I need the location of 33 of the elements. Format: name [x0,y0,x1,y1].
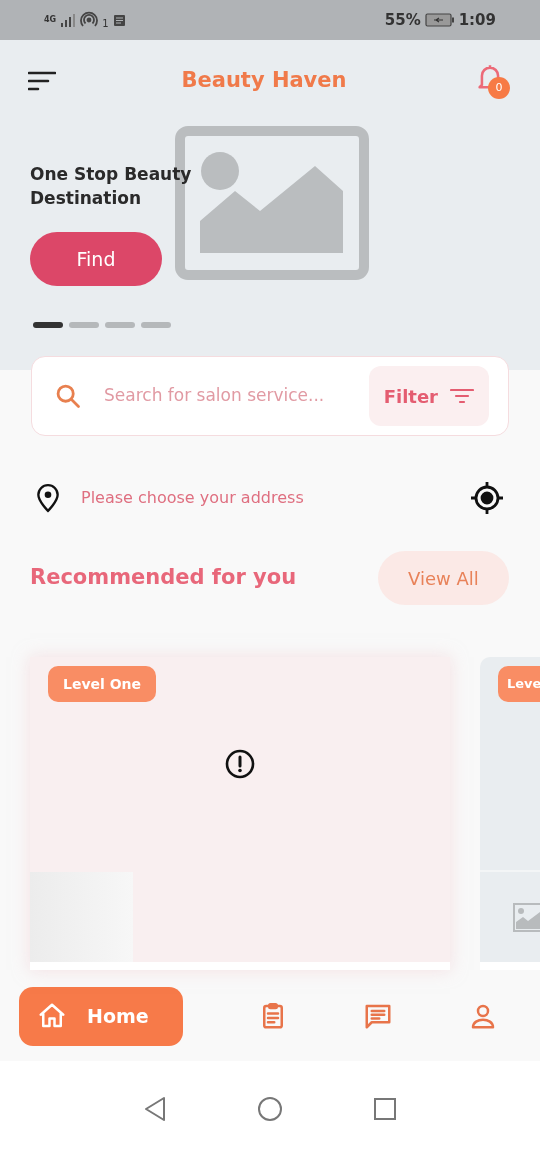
notification-icon [112,13,126,27]
address-prompt[interactable]: Please choose your address [81,486,469,510]
nav-tab[interactable]: Home [19,986,183,1046]
salon-card[interactable]: Level One [30,657,450,970]
filter-button[interactable]: Filter [368,366,489,426]
salon-card[interactable]: Leve [480,657,540,970]
hotspot-icon [80,11,99,29]
banner-headline: One Stop Beauty Destination [30,163,193,210]
search-input[interactable]: Search for salon service... [104,383,347,409]
app-title: Beauty Haven [181,67,347,95]
clock-time: 1:09 [458,9,496,31]
location-pin-icon [35,483,61,513]
hotspot-count: 1 [102,16,109,31]
notification-badge: 0 [488,77,510,99]
level-badge: Leve [498,666,540,702]
level-badge: Level One [48,666,157,702]
search-icon [54,382,82,410]
battery-percent: 55% [384,9,421,31]
alert-icon [224,748,256,780]
find-button[interactable]: Find [30,232,162,286]
locate-icon[interactable] [469,480,505,516]
network-label: 4G [44,16,57,24]
home-circle-icon[interactable] [257,1095,283,1122]
battery-icon [424,13,455,27]
signal-icon [60,13,77,27]
view-all-button[interactable]: View All [378,551,509,605]
recents-icon[interactable] [373,1096,397,1121]
image-placeholder-icon [513,902,540,932]
back-icon[interactable] [143,1095,167,1122]
search-field[interactable]: Search for salon service... Filter [31,356,509,436]
section-heading: Recommended for you [30,564,297,592]
menu-icon[interactable] [28,71,56,91]
filter-icon [450,387,474,405]
